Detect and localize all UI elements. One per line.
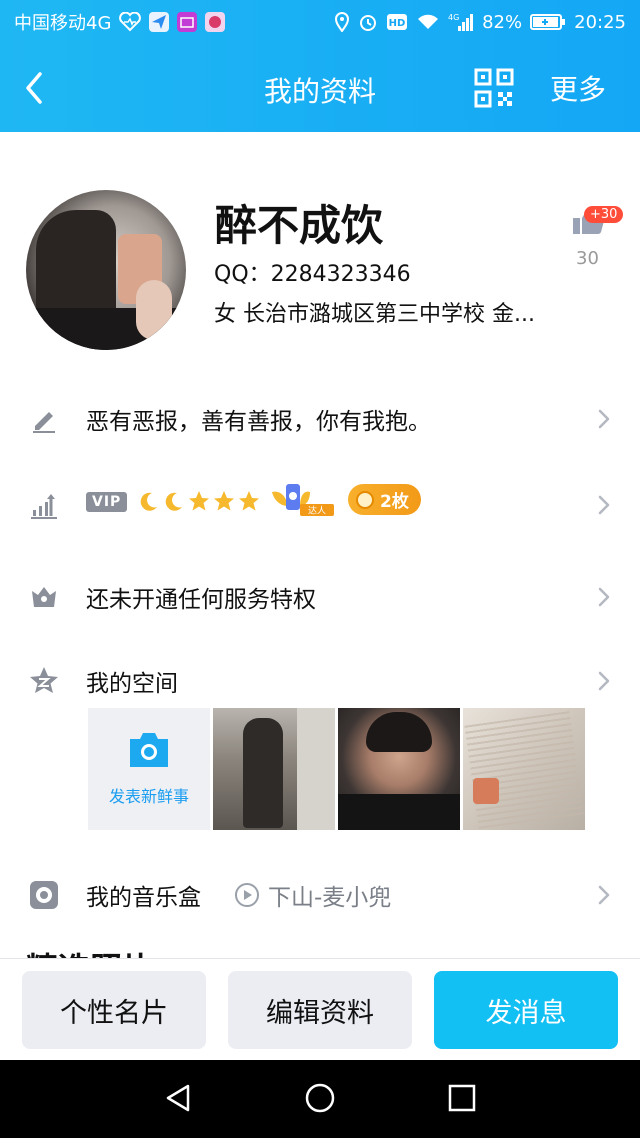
- post-new-label: 发表新鲜事: [108, 787, 189, 806]
- moon-icon: [165, 492, 182, 511]
- back-triangle-icon[interactable]: [160, 1080, 196, 1116]
- chevron-right-icon: [598, 885, 610, 905]
- coin-count: 2枚: [380, 492, 409, 512]
- chevron-right-icon: [598, 671, 610, 691]
- svg-text:4G: 4G: [448, 13, 459, 22]
- edit-profile-button[interactable]: 编辑资料: [228, 971, 412, 1049]
- service-row[interactable]: 还未开通任何服务特权: [0, 562, 640, 632]
- pencil-icon: [26, 401, 62, 437]
- profile-qq-number: QQ：2284323346: [214, 262, 411, 287]
- mail-app-icon: [177, 12, 198, 32]
- coin-badge: 2枚: [348, 484, 421, 515]
- star-icon: [214, 491, 234, 511]
- space-photo[interactable]: [463, 708, 585, 830]
- vip-badge: VIP: [86, 492, 128, 512]
- space-row[interactable]: 我的空间: [0, 646, 640, 716]
- level-icons: [138, 490, 260, 512]
- clock: 20:25: [574, 11, 626, 33]
- page-title: 我的资料: [263, 75, 376, 108]
- signal-icon: 4G: [448, 12, 474, 32]
- chevron-right-icon: [598, 495, 610, 515]
- music-box-icon: [26, 877, 62, 913]
- bottom-action-bar: 个性名片 编辑资料 发消息: [0, 958, 640, 1060]
- svg-text:HD: HD: [389, 18, 406, 29]
- status-bar: 中国移动4G HD 4G 82% 20:25: [0, 0, 640, 44]
- moon-icon: [140, 492, 157, 511]
- qzone-star-icon: [26, 663, 62, 699]
- star-icon: [239, 491, 259, 511]
- wifi-icon: [416, 13, 440, 31]
- signature-text: 恶有恶报，善有善报，你有我抱。: [86, 409, 431, 435]
- music-row[interactable]: 我的音乐盒 下山-麦小兜: [0, 860, 640, 930]
- profile-name: 醉不成饮: [215, 201, 384, 250]
- crown-icon: [26, 579, 62, 615]
- more-button[interactable]: 更多: [550, 68, 606, 108]
- service-text: 还未开通任何服务特权: [86, 587, 316, 613]
- like-button[interactable]: +30 30: [566, 196, 624, 269]
- home-circle-icon[interactable]: [302, 1080, 338, 1116]
- battery-percent: 82%: [482, 11, 523, 33]
- qr-code-button[interactable]: [474, 68, 514, 108]
- coin-icon: [356, 490, 374, 509]
- music-text: 我的音乐盒: [86, 885, 201, 911]
- hd-icon: HD: [386, 13, 408, 31]
- profile-header: 醉不成饮 QQ：2284323346 女 长治市潞城区第三中学校 金... +3…: [0, 176, 640, 366]
- battery-icon: [530, 13, 566, 31]
- level-chart-icon: [26, 487, 62, 523]
- signature-row[interactable]: 恶有恶报，善有善报，你有我抱。: [0, 384, 640, 454]
- send-message-button[interactable]: 发消息: [434, 971, 618, 1049]
- system-nav-bar: [0, 1060, 640, 1138]
- like-count: 30: [576, 248, 599, 269]
- alarm-icon: [358, 12, 378, 32]
- profile-card-button[interactable]: 个性名片: [22, 971, 206, 1049]
- post-new-button[interactable]: 发表新鲜事: [88, 708, 210, 830]
- heart-rate-icon: [119, 12, 142, 32]
- profile-info: 女 长治市潞城区第三中学校 金...: [214, 302, 535, 327]
- chevron-right-icon: [598, 587, 610, 607]
- recents-square-icon[interactable]: [444, 1080, 480, 1116]
- space-text: 我的空间: [86, 671, 178, 697]
- expert-label: 达人: [308, 505, 326, 517]
- song-title: 下山-麦小兜: [268, 885, 392, 911]
- space-thumbnails: 发表新鲜事: [88, 708, 588, 832]
- camera-icon: [130, 733, 168, 767]
- chevron-right-icon: [598, 409, 610, 429]
- location-icon: [334, 12, 350, 32]
- carrier-label: 中国移动4G: [14, 13, 112, 34]
- avatar[interactable]: [26, 190, 186, 350]
- game-app-icon: [205, 12, 226, 32]
- level-row[interactable]: VIP 达人 2枚: [0, 470, 640, 540]
- expert-wings-icon: 达人: [272, 484, 334, 517]
- send-app-icon: [149, 12, 170, 32]
- play-icon[interactable]: [234, 882, 260, 908]
- space-photo[interactable]: [338, 708, 460, 830]
- qr-code-icon: [474, 68, 514, 108]
- space-photo[interactable]: [213, 708, 335, 830]
- star-icon: [189, 491, 209, 511]
- nav-bar: 我的资料 更多: [0, 44, 640, 132]
- like-new-badge: +30: [584, 206, 624, 223]
